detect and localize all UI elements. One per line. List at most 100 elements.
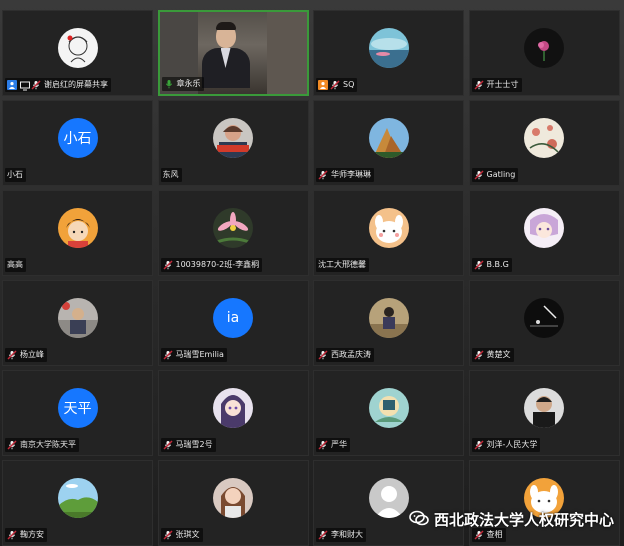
participant-tile[interactable]: 沈工大邢德馨 xyxy=(313,190,464,276)
avatar xyxy=(368,118,409,158)
participant-name: 开士士寸 xyxy=(486,80,519,89)
participant-tile[interactable]: SQ xyxy=(313,10,464,96)
avatar xyxy=(57,208,98,248)
participant-name: 沈工大邢德馨 xyxy=(318,260,366,269)
mic-muted-icon xyxy=(162,260,173,270)
participant-name: 鞠方安 xyxy=(20,530,44,539)
avatar xyxy=(213,208,253,248)
participant-name: 李和财大 xyxy=(331,530,363,539)
participant-label: SQ xyxy=(316,78,358,92)
mic-muted-icon xyxy=(162,350,173,360)
participant-label: 高高 xyxy=(5,258,26,272)
mic-muted-icon xyxy=(330,80,340,90)
participant-name: 杨立峰 xyxy=(20,350,44,359)
mic-muted-icon xyxy=(162,440,173,450)
participant-name: 谢启红的屏幕共享 xyxy=(44,80,108,89)
participant-tile[interactable]: 10039870-2班-李鑫桐 xyxy=(157,190,309,276)
participant-label: 开士士寸 xyxy=(471,78,522,92)
participant-tile[interactable]: 谢启红的屏幕共享 xyxy=(2,10,153,96)
participant-label: 黄楚文 xyxy=(471,348,514,362)
mic-muted-icon xyxy=(473,440,484,450)
participant-label: 华师李琳琳 xyxy=(316,168,374,182)
participant-tile[interactable]: 杨立峰 xyxy=(2,280,153,366)
avatar xyxy=(524,388,564,428)
participant-label: 鞠方安 xyxy=(5,528,47,542)
participant-label: 小石 xyxy=(5,168,26,182)
participant-name: 章永乐 xyxy=(176,79,201,88)
avatar xyxy=(368,388,409,428)
host-icon xyxy=(318,80,328,90)
avatar xyxy=(213,118,253,158)
mic-muted-icon xyxy=(318,440,328,450)
wechat-icon xyxy=(409,510,429,530)
participant-label: 10039870-2班-李鑫桐 xyxy=(160,258,263,272)
participant-tile[interactable]: 李和财大 xyxy=(313,460,464,546)
participant-tile[interactable]: ia 马瑞雪Emilia xyxy=(157,280,309,366)
participant-name: 严华 xyxy=(331,440,347,449)
participant-tile[interactable]: 张琪文 xyxy=(157,460,309,546)
mic-muted-icon xyxy=(7,350,17,360)
mic-active-icon xyxy=(164,79,174,89)
participant-name: 高高 xyxy=(7,260,23,269)
participant-tile[interactable]: 小石 小石 xyxy=(2,100,153,186)
participant-label: 章永乐 xyxy=(161,77,204,91)
participant-label: 张琪文 xyxy=(160,528,203,542)
participant-label: 沈工大邢德馨 xyxy=(316,258,369,272)
participant-name: Gatling xyxy=(486,170,516,179)
participant-tile[interactable]: 刘洋-人民大学 xyxy=(468,370,620,456)
participant-tile[interactable]: 东风 xyxy=(157,100,309,186)
avatar xyxy=(524,118,564,158)
participant-tile[interactable]: 鞠方安 xyxy=(2,460,153,546)
mic-muted-icon xyxy=(473,260,484,270)
mic-muted-icon xyxy=(473,170,484,180)
participant-name: 查相 xyxy=(486,530,503,539)
participant-tile[interactable]: 章永乐 xyxy=(157,10,309,96)
participant-tile[interactable]: 查相 xyxy=(468,460,620,546)
avatar xyxy=(57,478,98,518)
mic-muted-icon xyxy=(31,80,41,90)
participant-name: 华师李琳琳 xyxy=(331,170,371,179)
mic-muted-icon xyxy=(318,170,328,180)
mic-muted-icon xyxy=(473,80,484,90)
screen-share-icon xyxy=(19,80,30,91)
avatar-initials: 小石 xyxy=(57,118,98,158)
mic-muted-icon xyxy=(7,530,17,540)
participant-label: 谢启红的屏幕共享 xyxy=(5,78,111,92)
participant-tile[interactable]: 西政孟庆涛 xyxy=(313,280,464,366)
avatar xyxy=(368,298,409,338)
participant-label: 西政孟庆涛 xyxy=(316,348,374,362)
participant-tile[interactable]: 天平 南京大学陈天平 xyxy=(2,370,153,456)
participant-name: 刘洋-人民大学 xyxy=(486,440,538,449)
avatar xyxy=(368,478,409,518)
participant-name: 小石 xyxy=(7,170,23,179)
participant-tile[interactable]: 马瑞雪2号 xyxy=(157,370,309,456)
participant-label: 刘洋-人民大学 xyxy=(471,438,541,452)
avatar-initials: ia xyxy=(213,298,253,338)
mic-muted-icon xyxy=(473,530,484,540)
participant-tile[interactable]: 黄楚文 xyxy=(468,280,620,366)
participant-tile[interactable]: Gatling xyxy=(468,100,620,186)
avatar xyxy=(524,28,564,68)
participant-label: 南京大学陈天平 xyxy=(5,438,79,452)
participant-tile[interactable]: 严华 xyxy=(313,370,464,456)
participant-label: 马瑞雪2号 xyxy=(160,438,216,452)
participant-label: 马瑞雪Emilia xyxy=(160,348,227,362)
watermark: 西北政法大学人权研究中心 xyxy=(409,509,614,530)
mic-muted-icon xyxy=(473,350,484,360)
participant-label: 杨立峰 xyxy=(5,348,47,362)
participant-tile[interactable]: B.B.G xyxy=(468,190,620,276)
participant-name: 南京大学陈天平 xyxy=(20,440,76,449)
participant-tile[interactable]: 开士士寸 xyxy=(468,10,620,96)
participant-name: 马瑞雪Emilia xyxy=(175,350,224,359)
participant-name: 西政孟庆涛 xyxy=(331,350,371,359)
mic-muted-icon xyxy=(318,350,328,360)
avatar xyxy=(213,478,253,518)
mic-muted-icon xyxy=(7,440,17,450)
participant-label: 东风 xyxy=(160,168,182,182)
participant-tile[interactable]: 华师李琳琳 xyxy=(313,100,464,186)
avatar xyxy=(524,208,564,248)
participant-label: Gatling xyxy=(471,168,519,182)
avatar xyxy=(57,298,98,338)
participant-tile[interactable]: 高高 xyxy=(2,190,153,276)
user-icon xyxy=(7,80,17,90)
